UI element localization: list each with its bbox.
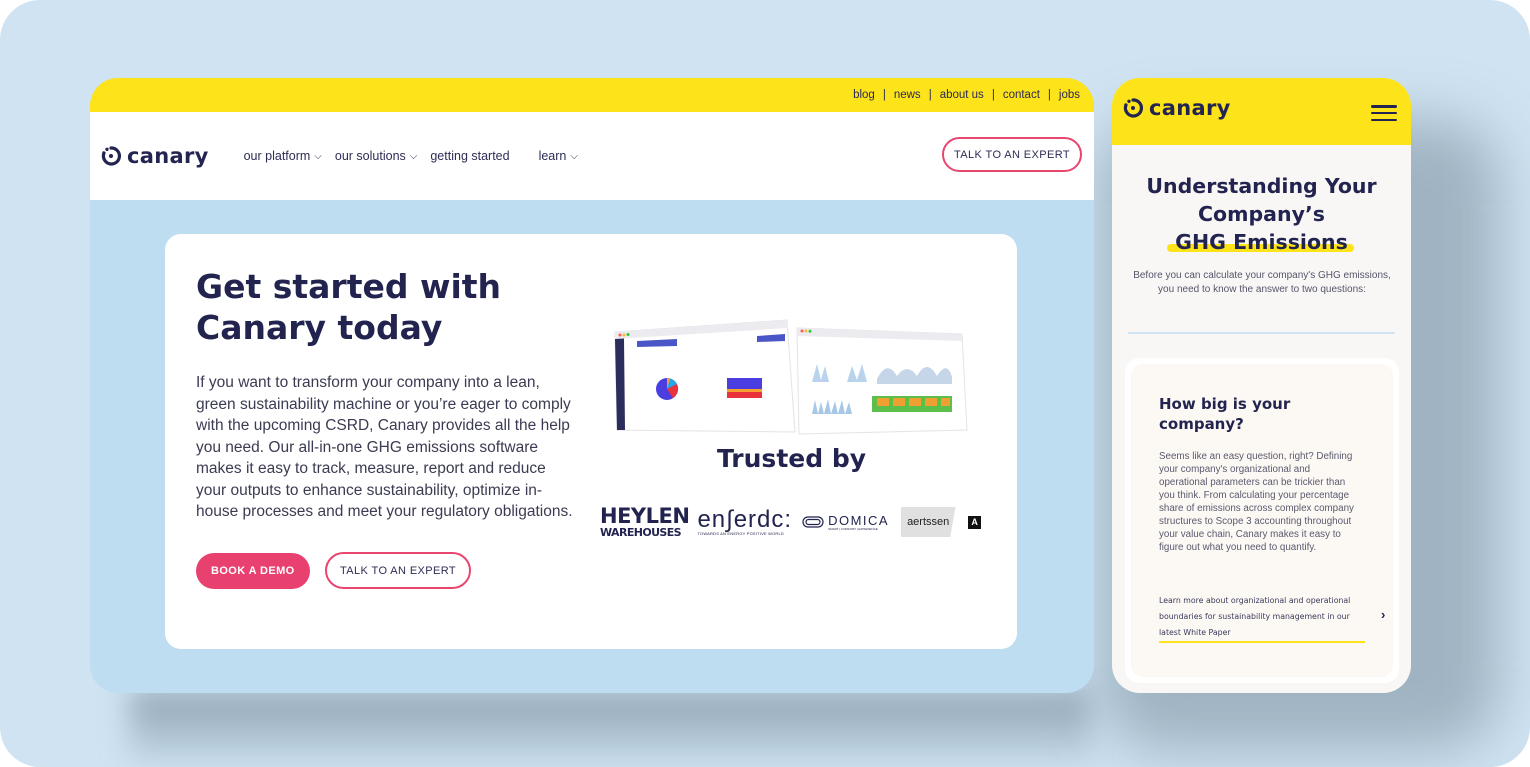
mobile-intro-text: Before you can calculate your company's … bbox=[1133, 270, 1391, 295]
title-line: Company’s bbox=[1198, 202, 1325, 226]
hamburger-line bbox=[1371, 118, 1397, 121]
hamburger-line bbox=[1371, 111, 1397, 115]
aertssen-logo: aertssen A bbox=[901, 507, 982, 537]
client-logos: HEYLEN WAREHOUSES en∫erdc: TOWARDS AN EN… bbox=[600, 502, 1000, 542]
question-card-inner: How big is your company? Seems like an e… bbox=[1131, 364, 1393, 677]
domica-logo: DOMICA SMART | COMFORT | EXPERIENCE bbox=[802, 514, 889, 531]
nav-label: learn bbox=[538, 149, 567, 163]
desktop-window: blog | news | about us | contact | jobs … bbox=[90, 78, 1094, 693]
logo-tagline: TOWARDS AN ENERGY POSITIVE WORLD bbox=[697, 530, 784, 536]
logo-wordmark: canary bbox=[1149, 96, 1231, 120]
logo-wordmark: canary bbox=[127, 144, 209, 168]
logo-text: HEYLEN bbox=[600, 504, 690, 528]
separator: | bbox=[1047, 89, 1051, 101]
white-paper-link[interactable]: Learn more about organizational and oper… bbox=[1159, 593, 1369, 641]
mobile-window: canary Understanding Your Company’s GHG … bbox=[1112, 78, 1411, 693]
title-line: Understanding Your bbox=[1146, 174, 1377, 198]
chevron-right-icon[interactable]: › bbox=[1381, 607, 1385, 622]
hero-title-line: Get started with bbox=[196, 267, 502, 306]
chevron-down-icon: ⌵ bbox=[314, 150, 322, 162]
main-nav: canary our platform ⌵ our solutions ⌵ ge… bbox=[90, 112, 1094, 200]
link-news[interactable]: news bbox=[894, 89, 921, 101]
question-heading: How big is your company? bbox=[1159, 395, 1291, 433]
talk-to-expert-button[interactable]: TALK TO AN EXPERT bbox=[325, 552, 472, 589]
link-jobs[interactable]: jobs bbox=[1059, 89, 1080, 101]
hero-description: If you want to transform your company in… bbox=[196, 374, 573, 520]
separator: | bbox=[882, 89, 886, 101]
nav-our-platform[interactable]: our platform ⌵ bbox=[244, 149, 322, 163]
canary-logo-icon bbox=[1123, 98, 1143, 118]
nav-label: our solutions bbox=[334, 149, 406, 163]
separator: | bbox=[991, 89, 995, 101]
logo-text: en∫erdc: bbox=[697, 505, 793, 533]
link-blog[interactable]: blog bbox=[853, 89, 875, 101]
nav-menu: our platform ⌵ our solutions ⌵ getting s… bbox=[244, 149, 591, 163]
chevron-down-icon: ⌵ bbox=[409, 150, 418, 162]
dashboard-screen-left bbox=[614, 319, 796, 433]
desktop-shadow bbox=[130, 690, 1090, 760]
nav-getting-started[interactable]: getting started bbox=[430, 149, 509, 163]
link-underline bbox=[1159, 641, 1365, 643]
hero-card: Get started with Canary today If you wan… bbox=[165, 234, 1017, 649]
hero-title-line: Canary today bbox=[196, 308, 443, 347]
title-highlight: GHG Emissions bbox=[1167, 230, 1354, 254]
question-card: How big is your company? Seems like an e… bbox=[1125, 358, 1399, 683]
heylen-warehouses-logo: HEYLEN WAREHOUSES bbox=[600, 504, 690, 539]
logo-text: WAREHOUSES bbox=[600, 526, 682, 539]
divider bbox=[1128, 332, 1395, 334]
mobile-page-title: Understanding Your Company’s GHG Emissio… bbox=[1112, 172, 1411, 256]
nav-learn[interactable]: learn ⌵ bbox=[539, 149, 578, 163]
logo-text: DOMICA bbox=[828, 512, 890, 528]
domica-mark-icon bbox=[802, 516, 824, 528]
chevron-down-icon: ⌵ bbox=[570, 150, 578, 162]
logo-text: aertssen bbox=[907, 516, 950, 528]
link-contact[interactable]: contact bbox=[1003, 89, 1040, 101]
trusted-by-heading: Trusted by bbox=[717, 444, 867, 473]
enerdo-logo: en∫erdc: TOWARDS AN ENERGY POSITIVE WORL… bbox=[697, 505, 793, 536]
hamburger-menu-icon[interactable] bbox=[1371, 105, 1397, 121]
dashboard-screen-right bbox=[796, 327, 968, 435]
talk-to-expert-nav-button[interactable]: TALK TO AN EXPERT bbox=[941, 137, 1082, 172]
hamburger-line bbox=[1371, 105, 1397, 108]
dashboard-screenshots bbox=[614, 319, 968, 435]
question-body: Seems like an easy question, right? Defi… bbox=[1159, 451, 1354, 553]
nav-label: getting started bbox=[430, 149, 510, 163]
link-about-us[interactable]: about us bbox=[940, 89, 984, 101]
hero-title: Get started with Canary today bbox=[196, 266, 596, 348]
canary-logo-icon bbox=[101, 146, 121, 166]
showcase-background: blog | news | about us | contact | jobs … bbox=[0, 0, 1530, 767]
aertssen-mark-icon: A bbox=[968, 515, 982, 529]
nav-our-solutions[interactable]: our solutions ⌵ bbox=[335, 149, 417, 163]
canary-logo[interactable]: canary bbox=[100, 144, 209, 168]
book-demo-button[interactable]: BOOK A DEMO bbox=[196, 553, 310, 589]
utility-nav: blog | news | about us | contact | jobs bbox=[90, 78, 1094, 112]
separator: | bbox=[928, 89, 932, 101]
nav-label: our platform bbox=[243, 149, 311, 163]
canary-logo[interactable]: canary bbox=[1122, 96, 1231, 120]
mobile-header: canary bbox=[1112, 78, 1411, 145]
